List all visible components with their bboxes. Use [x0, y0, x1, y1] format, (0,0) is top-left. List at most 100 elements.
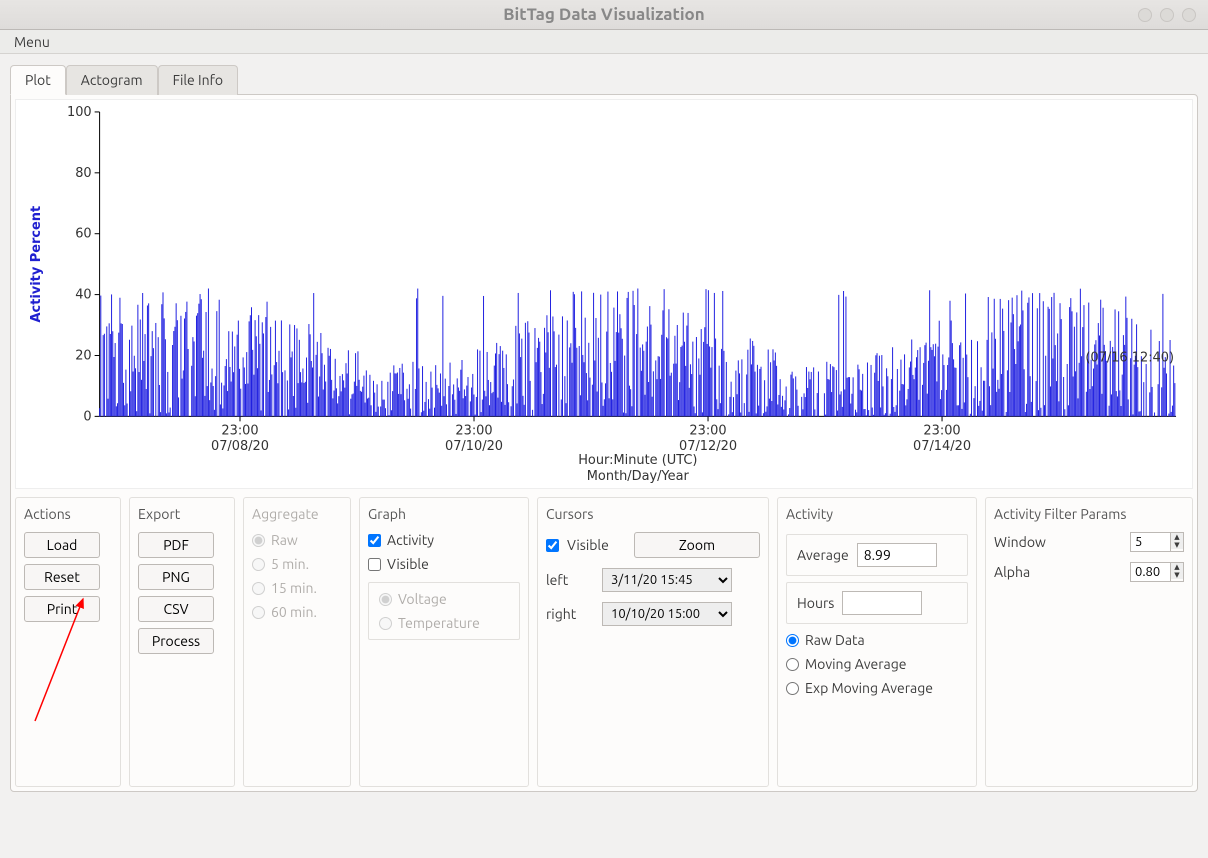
aggregate-5min-label: 5 min. [271, 556, 309, 572]
panel-export-title: Export [138, 506, 226, 522]
svg-text:23:00: 23:00 [455, 423, 492, 438]
panel-filter-title: Activity Filter Params [994, 506, 1184, 522]
tab-plot[interactable]: Plot [10, 65, 66, 95]
chart-svg: 02040608010023:0007/08/2023:0007/10/2023… [16, 100, 1192, 488]
activity-exp-label: Exp Moving Average [805, 680, 933, 696]
filter-window-spinner[interactable]: ▲▼ [1130, 532, 1184, 552]
load-button[interactable]: Load [24, 532, 100, 558]
svg-text:80: 80 [75, 166, 91, 181]
svg-text:Activity Percent: Activity Percent [29, 206, 44, 323]
tab-bar: Plot Actogram File Info [10, 64, 1198, 94]
svg-text:07/08/20: 07/08/20 [211, 439, 269, 454]
svg-text:07/14/20: 07/14/20 [913, 439, 971, 454]
menu-item-menu[interactable]: Menu [8, 32, 56, 52]
cursor-left-label: left [546, 572, 594, 588]
panel-export: Export PDF PNG CSV Process [129, 497, 235, 787]
filter-window-down[interactable]: ▼ [1171, 541, 1183, 549]
panel-actions: Actions Load Reset Print [15, 497, 121, 787]
graph-temperature-label: Temperature [398, 615, 480, 631]
maximize-button[interactable] [1160, 8, 1174, 22]
activity-average-field [857, 543, 937, 567]
svg-text:Hour:Minute (UTC): Hour:Minute (UTC) [578, 453, 697, 468]
control-panels: Actions Load Reset Print Export PDF PNG … [15, 497, 1193, 787]
activity-chart: 02040608010023:0007/08/2023:0007/10/2023… [15, 99, 1193, 489]
activity-average-label: Average [797, 547, 849, 563]
menubar: Menu [0, 30, 1208, 54]
print-button[interactable]: Print [24, 596, 100, 622]
svg-text:23:00: 23:00 [221, 423, 258, 438]
graph-temperature-radio [379, 617, 392, 630]
tab-fileinfo[interactable]: File Info [158, 65, 238, 95]
activity-moving-radio[interactable] [786, 658, 799, 671]
aggregate-raw-label: Raw [271, 532, 298, 548]
graph-activity-checkbox[interactable] [368, 534, 381, 547]
activity-raw-radio[interactable] [786, 634, 799, 647]
graph-visible-checkbox[interactable] [368, 558, 381, 571]
panel-cursors: Cursors Visible Zoom left 3/11/20 15:45 … [537, 497, 769, 787]
svg-text:0: 0 [83, 409, 91, 424]
panel-aggregate-title: Aggregate [252, 506, 342, 522]
activity-raw-label: Raw Data [805, 632, 865, 648]
filter-alpha-spinner[interactable]: ▲▼ [1130, 562, 1184, 582]
svg-text:07/12/20: 07/12/20 [679, 439, 737, 454]
tab-panel-plot: 02040608010023:0007/08/2023:0007/10/2023… [10, 94, 1198, 792]
panel-actions-title: Actions [24, 506, 112, 522]
graph-voltage-radio [379, 593, 392, 606]
activity-hours-label: Hours [797, 595, 834, 611]
graph-activity-label: Activity [387, 532, 434, 548]
window-title: BitTag Data Visualization [503, 5, 704, 24]
panel-activity: Activity Average Hours Raw Data Moving A… [777, 497, 977, 787]
filter-window-label: Window [994, 534, 1122, 550]
cursor-left-select[interactable]: 3/11/20 15:45 [602, 568, 732, 592]
panel-activity-title: Activity [786, 506, 968, 522]
cursor-visible-checkbox[interactable] [546, 539, 559, 552]
tab-actogram-label: Actogram [81, 72, 143, 88]
cursor-right-select[interactable]: 10/10/20 15:00 [602, 602, 732, 626]
svg-text:60: 60 [75, 227, 91, 242]
graph-visible-label: Visible [387, 556, 429, 572]
tab-actogram[interactable]: Actogram [66, 65, 158, 95]
close-button[interactable] [1182, 8, 1196, 22]
aggregate-15min-label: 15 min. [271, 580, 317, 596]
svg-text:23:00: 23:00 [923, 423, 960, 438]
aggregate-5min-radio [252, 558, 265, 571]
filter-window-input[interactable] [1130, 532, 1170, 552]
svg-text:100: 100 [67, 105, 92, 120]
filter-alpha-label: Alpha [994, 564, 1122, 580]
activity-avg-group: Average [786, 534, 968, 576]
zoom-button[interactable]: Zoom [634, 532, 760, 558]
svg-text:07/10/20: 07/10/20 [445, 439, 503, 454]
window-controls [1138, 8, 1196, 22]
activity-hours-field[interactable] [842, 591, 922, 615]
tab-plot-label: Plot [25, 72, 51, 88]
cursor-right-label: right [546, 606, 594, 622]
minimize-button[interactable] [1138, 8, 1152, 22]
export-pdf-button[interactable]: PDF [138, 532, 214, 558]
aggregate-raw-radio [252, 534, 265, 547]
cursor-visible-label: Visible [567, 537, 626, 553]
activity-exp-radio[interactable] [786, 682, 799, 695]
activity-moving-label: Moving Average [805, 656, 907, 672]
aggregate-15min-radio [252, 582, 265, 595]
export-png-button[interactable]: PNG [138, 564, 214, 590]
export-csv-button[interactable]: CSV [138, 596, 214, 622]
svg-text:40: 40 [75, 288, 91, 303]
panel-graph: Graph Activity Visible Voltage Temperatu… [359, 497, 529, 787]
svg-text:23:00: 23:00 [689, 423, 726, 438]
filter-alpha-up[interactable]: ▲ [1171, 563, 1183, 571]
panel-filter: Activity Filter Params Window ▲▼ Alpha ▲… [985, 497, 1193, 787]
filter-alpha-input[interactable] [1130, 562, 1170, 582]
aggregate-60min-radio [252, 606, 265, 619]
svg-text:Month/Day/Year: Month/Day/Year [587, 469, 690, 484]
svg-text:20: 20 [75, 348, 91, 363]
titlebar: BitTag Data Visualization [0, 0, 1208, 30]
tab-fileinfo-label: File Info [173, 72, 223, 88]
filter-alpha-down[interactable]: ▼ [1171, 571, 1183, 579]
panel-cursors-title: Cursors [546, 506, 760, 522]
svg-text:(07/16 12:40): (07/16 12:40) [1085, 351, 1174, 366]
reset-button[interactable]: Reset [24, 564, 100, 590]
aggregate-60min-label: 60 min. [271, 604, 317, 620]
filter-window-up[interactable]: ▲ [1171, 533, 1183, 541]
export-process-button[interactable]: Process [138, 628, 214, 654]
panel-graph-title: Graph [368, 506, 520, 522]
